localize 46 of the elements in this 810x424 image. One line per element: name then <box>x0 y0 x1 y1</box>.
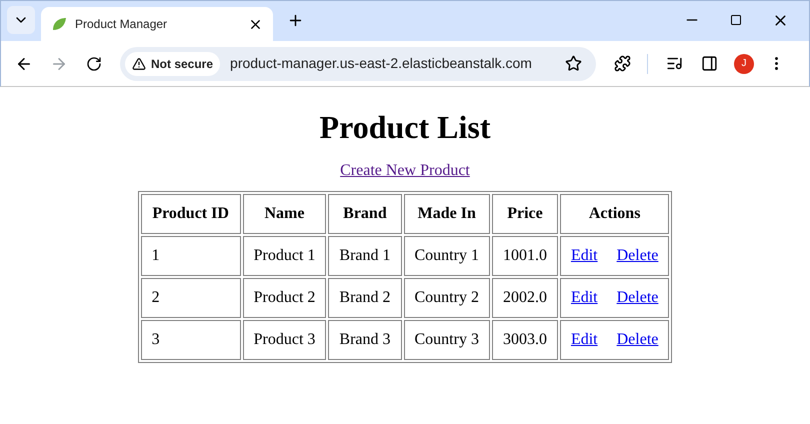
extensions-icon[interactable] <box>614 55 631 72</box>
table-cell: Country 2 <box>404 278 490 318</box>
media-icon[interactable] <box>666 55 683 72</box>
delete-link[interactable]: Delete <box>616 244 658 268</box>
delete-link[interactable]: Delete <box>616 286 658 310</box>
table-cell: Country 1 <box>404 236 490 276</box>
create-product-link[interactable]: Create New Product <box>340 159 470 183</box>
page-title: Product List <box>320 108 490 147</box>
column-header: Price <box>492 194 558 234</box>
tab-search-button[interactable] <box>7 6 35 34</box>
table-cell: Product 1 <box>242 236 326 276</box>
tab-title: Product Manager <box>75 16 168 33</box>
table-cell: 1 <box>140 236 241 276</box>
warning-icon <box>132 56 146 70</box>
column-header: Made In <box>404 194 490 234</box>
address-bar[interactable]: Not secure product-manager.us-east-2.elasticbeanstalk.com <box>120 46 596 80</box>
table-cell: 3 <box>140 320 241 360</box>
delete-link[interactable]: Delete <box>616 328 658 352</box>
edit-link[interactable]: Edit <box>570 286 598 310</box>
table-cell: 1001.0 <box>492 236 558 276</box>
side-panel-icon[interactable] <box>701 55 718 72</box>
table-cell: 2 <box>140 278 241 318</box>
new-tab-icon[interactable] <box>287 12 304 29</box>
table-cell: Brand 1 <box>328 236 402 276</box>
table-cell: Product 3 <box>242 320 326 360</box>
edit-link[interactable]: Edit <box>570 328 598 352</box>
browser-tab[interactable]: Product Manager <box>41 7 273 41</box>
security-chip[interactable]: Not secure <box>125 52 220 76</box>
table-cell: 2002.0 <box>492 278 558 318</box>
leaf-icon <box>51 16 67 32</box>
table-cell: Brand 3 <box>328 320 402 360</box>
column-header: Actions <box>560 194 670 234</box>
table-cell: Product 2 <box>242 278 326 318</box>
table-cell: 3003.0 <box>492 320 558 360</box>
security-label: Not secure <box>151 56 214 72</box>
column-header: Name <box>242 194 326 234</box>
url-text: product-manager.us-east-2.elasticbeanstalk.com <box>230 54 533 73</box>
edit-link[interactable]: Edit <box>570 244 598 268</box>
profile-avatar[interactable]: J <box>734 54 754 74</box>
column-header: Brand <box>328 194 402 234</box>
maximize-icon[interactable] <box>730 14 742 26</box>
reload-icon[interactable] <box>86 56 102 72</box>
table-cell: Country 3 <box>404 320 490 360</box>
bookmark-star-icon[interactable] <box>565 55 582 72</box>
column-header: Product ID <box>140 194 241 234</box>
table-cell: Brand 2 <box>328 278 402 318</box>
